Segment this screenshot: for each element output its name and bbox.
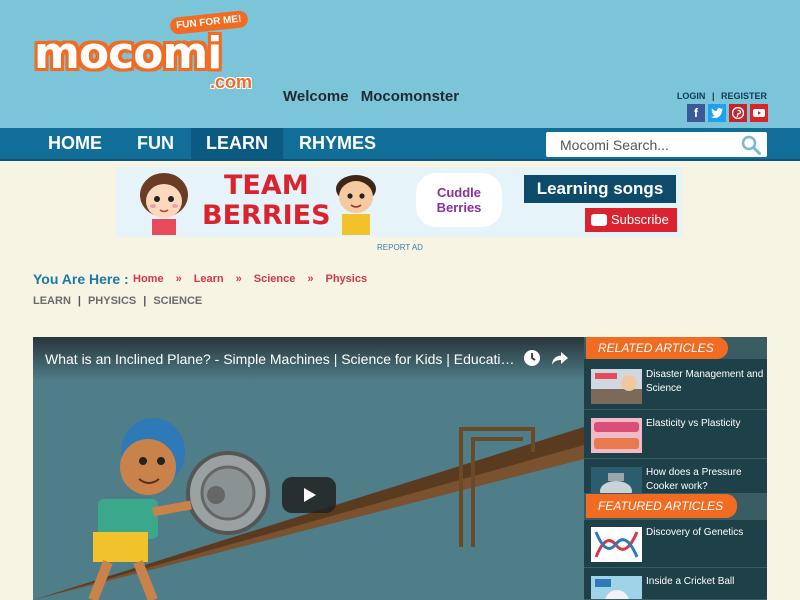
welcome-message: Welcome Mocomonster [283, 88, 459, 105]
featured-article-item[interactable]: Discovery of Genetics [584, 520, 767, 568]
youtube-icon[interactable] [750, 104, 768, 122]
tag-list: LEARN | PHYSICS | SCIENCE [33, 295, 202, 307]
cuddle-line2: Berries [436, 200, 482, 215]
search-input[interactable] [546, 132, 726, 157]
auth-links: LOGIN | REGISTER [677, 91, 767, 101]
breadcrumb-label: You Are Here : [33, 271, 129, 287]
girl-character-image [140, 173, 188, 235]
login-link[interactable]: LOGIN [677, 91, 706, 101]
related-article-title: Elasticity vs Plasticity [646, 418, 741, 429]
related-article-thumbnail [591, 418, 642, 453]
register-link[interactable]: REGISTER [721, 91, 767, 101]
watch-later-icon[interactable] [523, 349, 541, 367]
search-icon[interactable] [741, 135, 761, 155]
ad-banner[interactable]: TEAM BERRIES Cuddle Berries Learning son… [116, 167, 682, 237]
social-links: f [687, 104, 768, 122]
related-article-item[interactable]: Elasticity vs Plasticity [584, 411, 767, 459]
tag-physics[interactable]: PHYSICS [88, 295, 136, 307]
featured-article-title: Discovery of Genetics [646, 527, 744, 538]
pinterest-icon[interactable] [729, 104, 747, 122]
featured-article-thumbnail [591, 576, 642, 599]
nav-rhymes[interactable]: RHYMES [284, 128, 391, 159]
related-article-thumbnail [591, 369, 642, 404]
related-article-item[interactable]: How does a Pressure Cooker work? [584, 460, 767, 494]
auth-separator: | [711, 91, 715, 101]
featured-article-title: Inside a Cricket Ball [646, 576, 735, 587]
learning-songs-label: Learning songs [524, 175, 676, 203]
related-article-item[interactable]: Disaster Management and Science [584, 362, 767, 410]
tag-science[interactable]: SCIENCE [153, 295, 202, 307]
site-header: FUN FOR ME! mocomi .com Welcome Mocomons… [0, 0, 800, 128]
ad-brand: TEAM BERRIES [202, 171, 331, 231]
subscribe-button[interactable]: Subscribe [585, 208, 677, 232]
featured-article-item[interactable]: Inside a Cricket Ball [584, 569, 767, 600]
related-article-title: Disaster Management and Science [646, 369, 764, 394]
breadcrumb-science[interactable]: Science [254, 273, 296, 285]
related-article-title: How does a Pressure Cooker work? [646, 467, 742, 492]
breadcrumb-home[interactable]: Home [133, 273, 164, 285]
ad-brand-line2: BERRIES [202, 200, 331, 231]
related-articles-title: RELATED ARTICLES [586, 337, 728, 359]
logo-wordmark: mocomi [34, 28, 222, 79]
cuddle-line1: Cuddle [436, 185, 482, 200]
related-articles-header: RELATED ARTICLES [584, 337, 767, 359]
youtube-play-icon [591, 214, 607, 226]
twitter-icon[interactable] [708, 104, 726, 122]
nav-fun[interactable]: FUN [122, 128, 189, 159]
breadcrumb-learn[interactable]: Learn [194, 273, 224, 285]
tag-divider: | [77, 295, 81, 307]
ad-brand-line1: TEAM [223, 170, 309, 201]
tag-learn[interactable]: LEARN [33, 295, 71, 307]
nav-learn[interactable]: LEARN [191, 128, 283, 159]
breadcrumb-physics[interactable]: Physics [326, 273, 368, 285]
report-ad-link[interactable]: REPORT AD [0, 243, 800, 252]
play-icon [304, 488, 316, 502]
welcome-label: Welcome [283, 88, 349, 105]
breadcrumb-separator: » [175, 273, 182, 285]
nav-home[interactable]: HOME [33, 128, 117, 159]
video-title[interactable]: What is an Inclined Plane? - Simple Mach… [45, 351, 515, 367]
breadcrumb-separator: » [235, 273, 242, 285]
featured-article-thumbnail [591, 527, 642, 562]
video-player[interactable]: What is an Inclined Plane? - Simple Mach… [33, 337, 584, 600]
featured-articles-title: FEATURED ARTICLES [586, 494, 738, 518]
subscribe-label: Subscribe [611, 212, 669, 227]
featured-articles-header: FEATURED ARTICLES [584, 494, 767, 520]
logo-suffix: .com [210, 72, 253, 92]
article-sidebar: RELATED ARTICLES Disaster Management and… [584, 337, 767, 600]
breadcrumb-separator: » [307, 273, 314, 285]
breadcrumb: Home » Learn » Science » Physics [133, 273, 367, 285]
boy-character-image [336, 175, 376, 235]
username[interactable]: Mocomonster [361, 88, 459, 105]
search-box [546, 132, 767, 157]
facebook-icon[interactable]: f [687, 104, 705, 122]
play-button[interactable] [282, 477, 336, 513]
mocomi-logo[interactable]: FUN FOR ME! mocomi .com [30, 9, 270, 98]
related-article-thumbnail [591, 467, 642, 493]
tag-divider: | [143, 295, 147, 307]
share-icon[interactable] [551, 349, 569, 367]
cuddle-berries-logo: Cuddle Berries [416, 173, 502, 227]
